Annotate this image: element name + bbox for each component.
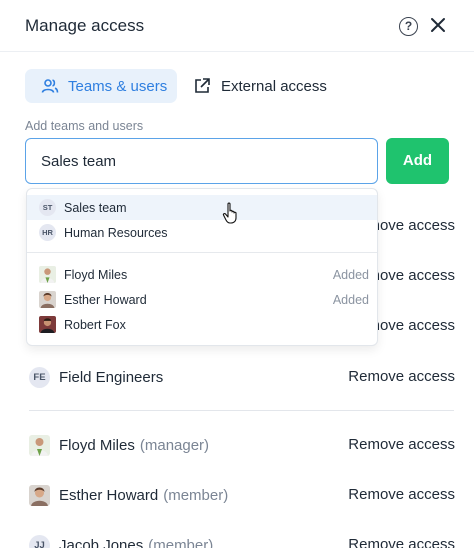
- avatar: [29, 434, 50, 456]
- team-name: Field Engineers: [59, 368, 164, 386]
- suggestion-label: Human Resources: [64, 225, 168, 240]
- avatar: FE: [29, 366, 50, 388]
- remove-access-button[interactable]: Remove access: [348, 436, 455, 453]
- avatar: [39, 266, 56, 283]
- avatar: [39, 316, 56, 333]
- suggestion-user[interactable]: Esther Howard Added: [27, 287, 377, 312]
- user-name: Jacob Jones: [59, 536, 144, 548]
- teams-users-search-input[interactable]: [25, 138, 378, 184]
- tab-teams-users[interactable]: Teams & users: [25, 69, 177, 103]
- access-row: Floyd Miles (manager) Remove access: [25, 431, 455, 459]
- added-status: Added: [332, 292, 369, 307]
- add-field-label: Add teams and users: [25, 119, 144, 133]
- user-name: Esther Howard: [59, 486, 159, 504]
- user-role: (member): [163, 486, 229, 504]
- help-icon[interactable]: ?: [399, 17, 418, 36]
- remove-access-button[interactable]: Remove access: [348, 536, 455, 548]
- access-row: Esther Howard (member) Remove access: [25, 481, 455, 509]
- tab-external-access[interactable]: External access: [191, 69, 331, 103]
- suggestion-user[interactable]: Robert Fox: [27, 312, 377, 337]
- suggestions-dropdown: ST Sales team HR Human Resources Floyd M…: [26, 188, 378, 346]
- suggestion-team[interactable]: ST Sales team: [27, 195, 377, 220]
- avatar: [29, 484, 50, 506]
- user-role: (manager): [139, 436, 210, 454]
- tab-label: Teams & users: [68, 77, 168, 95]
- dialog-header: Manage access ?: [0, 0, 474, 52]
- user-role: (member): [148, 536, 214, 548]
- suggestion-user[interactable]: Floyd Miles Added: [27, 262, 377, 287]
- suggestion-label: Floyd Miles: [64, 267, 128, 282]
- suggestion-label: Robert Fox: [64, 317, 126, 332]
- add-button[interactable]: Add: [386, 138, 449, 184]
- avatar: ST: [39, 199, 56, 216]
- added-status: Added: [332, 267, 369, 282]
- dialog-title: Manage access: [25, 16, 145, 35]
- tab-label: External access: [221, 77, 327, 95]
- access-row: JJ Jacob Jones (member) Remove access: [25, 531, 455, 548]
- users-icon: [41, 79, 59, 93]
- user-name: Floyd Miles: [59, 436, 135, 454]
- hand-cursor-icon: [222, 202, 237, 224]
- divider: [27, 252, 377, 253]
- external-link-icon: [195, 78, 210, 93]
- suggestion-label: Sales team: [64, 200, 127, 215]
- remove-access-button[interactable]: Remove access: [348, 368, 455, 385]
- divider: [29, 410, 454, 411]
- suggestion-team[interactable]: HR Human Resources: [27, 220, 377, 245]
- avatar: HR: [39, 224, 56, 241]
- avatar: [39, 291, 56, 308]
- avatar: JJ: [29, 534, 50, 548]
- access-row: FE Field Engineers Remove access: [25, 363, 455, 391]
- remove-access-button[interactable]: Remove access: [348, 486, 455, 503]
- suggestion-label: Esther Howard: [64, 292, 147, 307]
- close-icon[interactable]: [429, 16, 447, 34]
